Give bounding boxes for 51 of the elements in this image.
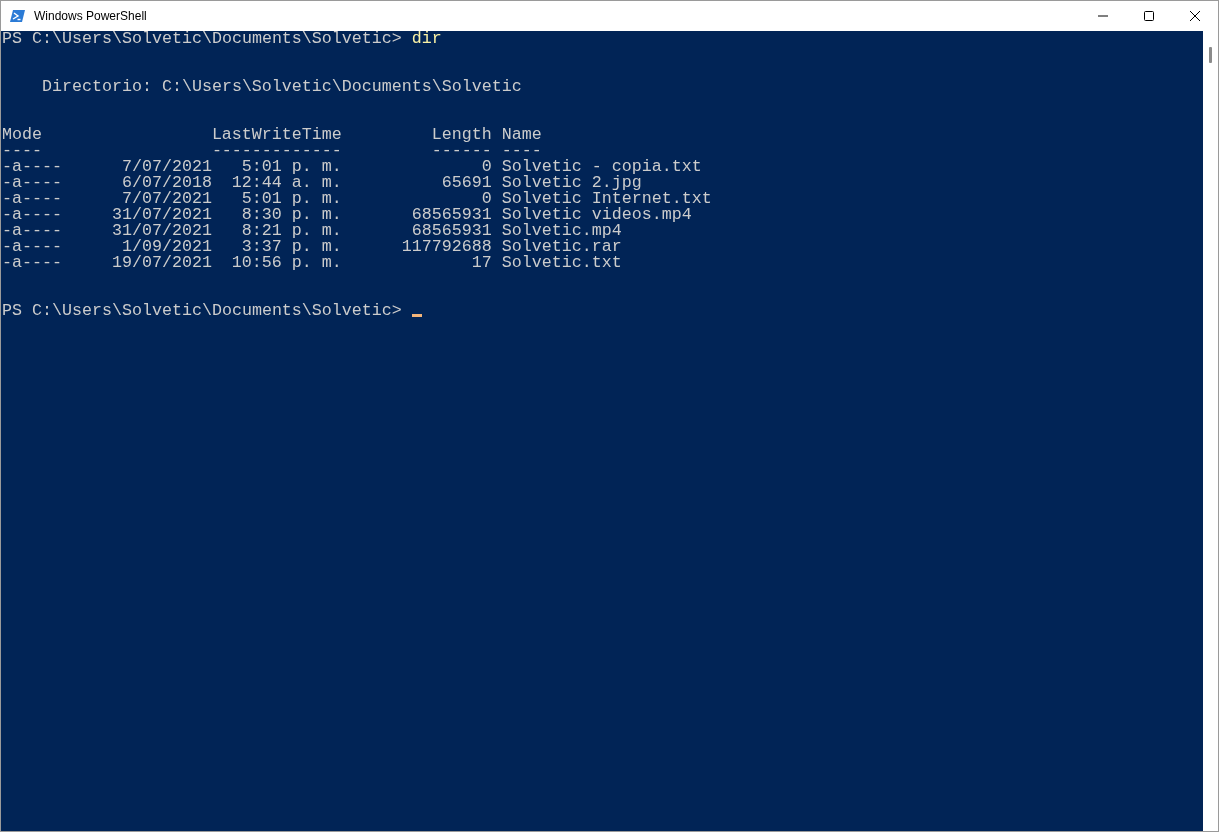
length-cell-text: 0 [480,159,492,175]
window-title: Windows PowerShell [34,9,147,23]
name-cell: Solvetic videos.mp4 [501,207,692,223]
length-cell-text: 117792688 [400,239,492,255]
prompt-text: PS C:\Users\Solvetic\Documents\Solvetic> [2,303,402,319]
time-cell-text: 8:30 p. m. [240,207,342,223]
time-cell-text: 10:56 p. m. [230,255,342,271]
date-cell-text: 19/07/2021 [110,255,212,271]
name-cell: Solvetic.txt [501,255,622,271]
mode-cell-text: -a---- [2,159,63,175]
header-underline: ------ [430,143,492,159]
maximize-icon [1144,11,1154,21]
length-cell-text: 65691 [440,175,492,191]
name-cell: Solvetic.rar [501,239,622,255]
directory-text: Directorio: C:\Users\Solvetic\Documents\Solvetic [41,79,522,95]
name-cell: Solvetic.mp4 [501,223,622,239]
prompt-text: PS C:\Users\Solvetic\Documents\Solvetic> [2,31,402,47]
command-text: dir [411,31,442,47]
date-cell-text: 6/07/2018 [120,175,212,191]
time-cell-text: 12:44 a. m. [230,175,342,191]
date-cell-text: 31/07/2021 [110,207,212,223]
terminal-icon [10,8,26,24]
date-cell-text: 31/07/2021 [110,223,212,239]
time-cell-text: 8:21 p. m. [240,223,342,239]
mode-cell-text: -a---- [2,175,63,191]
length-cell-text: 68565931 [410,223,492,239]
mode-cell-text: -a---- [2,223,63,239]
time-cell-text: 3:37 p. m. [240,239,342,255]
name-cell: Solvetic - copia.txt [501,159,702,175]
mode-cell-text: -a---- [2,191,63,207]
date-cell-text: 1/09/2021 [121,239,212,255]
column-header: Name [501,127,542,143]
header-underline: ---- [501,143,542,159]
column-header: Length [430,127,492,143]
close-icon [1190,11,1200,21]
name-cell: Solvetic Internet.txt [501,191,712,207]
header-underline: ------------- [211,143,342,159]
name-cell: Solvetic 2.jpg [501,175,642,191]
length-cell-text: 68565931 [410,207,492,223]
time-cell-text: 5:01 p. m. [240,159,342,175]
date-cell-text: 7/07/2021 [120,159,212,175]
header-underline: ---- [2,143,43,159]
length-cell-text: 17 [470,255,492,271]
column-header: Mode [2,127,43,143]
length-cell-text: 0 [480,191,492,207]
date-cell-text: 7/07/2021 [121,191,212,207]
mode-cell-text: -a---- [2,255,63,271]
mode-cell-text: -a---- [2,239,63,255]
time-cell-text: 5:01 p. m. [240,191,342,207]
mode-cell-text: -a---- [2,207,63,223]
column-header: LastWriteTime [210,127,342,143]
